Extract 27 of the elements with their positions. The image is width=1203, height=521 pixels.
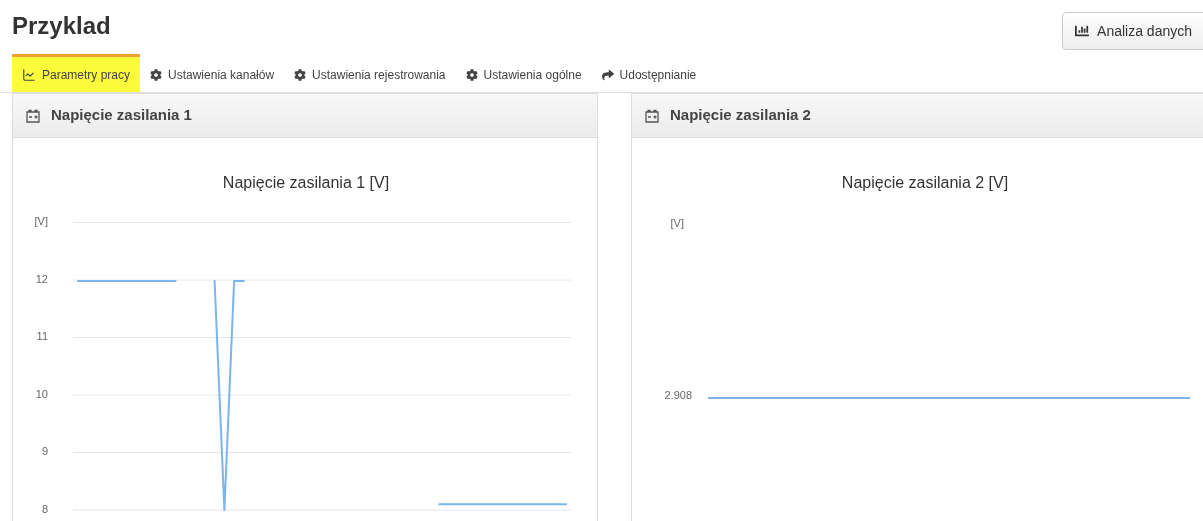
- y-tick-label: 10: [35, 387, 48, 400]
- y-tick-label: 11: [36, 330, 48, 343]
- tab[interactable]: Ustawienia rejestrowania: [284, 54, 456, 92]
- panel-title: Napięcie zasilania 2: [670, 105, 811, 126]
- chart-title: Napięcie zasilania 2 [V]: [841, 174, 1009, 191]
- panel-title: Napięcie zasilania 1: [51, 105, 192, 126]
- battery-icon: [25, 108, 41, 123]
- y-tick-label: 9: [41, 445, 48, 458]
- battery-icon: [644, 108, 660, 123]
- axis-unit-label: [V]: [670, 216, 684, 229]
- analysis-button[interactable]: Analiza danych: [1062, 12, 1203, 50]
- tab[interactable]: Ustawienia kanałów: [140, 54, 285, 92]
- share-icon: [601, 68, 614, 81]
- tab[interactable]: Ustawienia ogólne: [455, 54, 592, 92]
- y-tick-label: 12: [35, 272, 48, 285]
- line-chart-icon: [22, 67, 36, 82]
- gear-icon: [465, 68, 478, 81]
- y-tick-label: 8: [41, 502, 48, 515]
- gear-icon: [294, 68, 307, 81]
- tab[interactable]: Udostępnianie: [591, 54, 707, 92]
- chart-title: Napięcie zasilania 1 [V]: [222, 174, 390, 191]
- page-title: Przyklad: [12, 14, 111, 38]
- tab[interactable]: Parametry pracy: [12, 54, 141, 92]
- bar-chart-icon: [1075, 24, 1090, 38]
- y-tick-label: 2.908: [664, 388, 692, 401]
- axis-unit-label: [V]: [34, 215, 48, 228]
- gear-icon: [150, 68, 163, 81]
